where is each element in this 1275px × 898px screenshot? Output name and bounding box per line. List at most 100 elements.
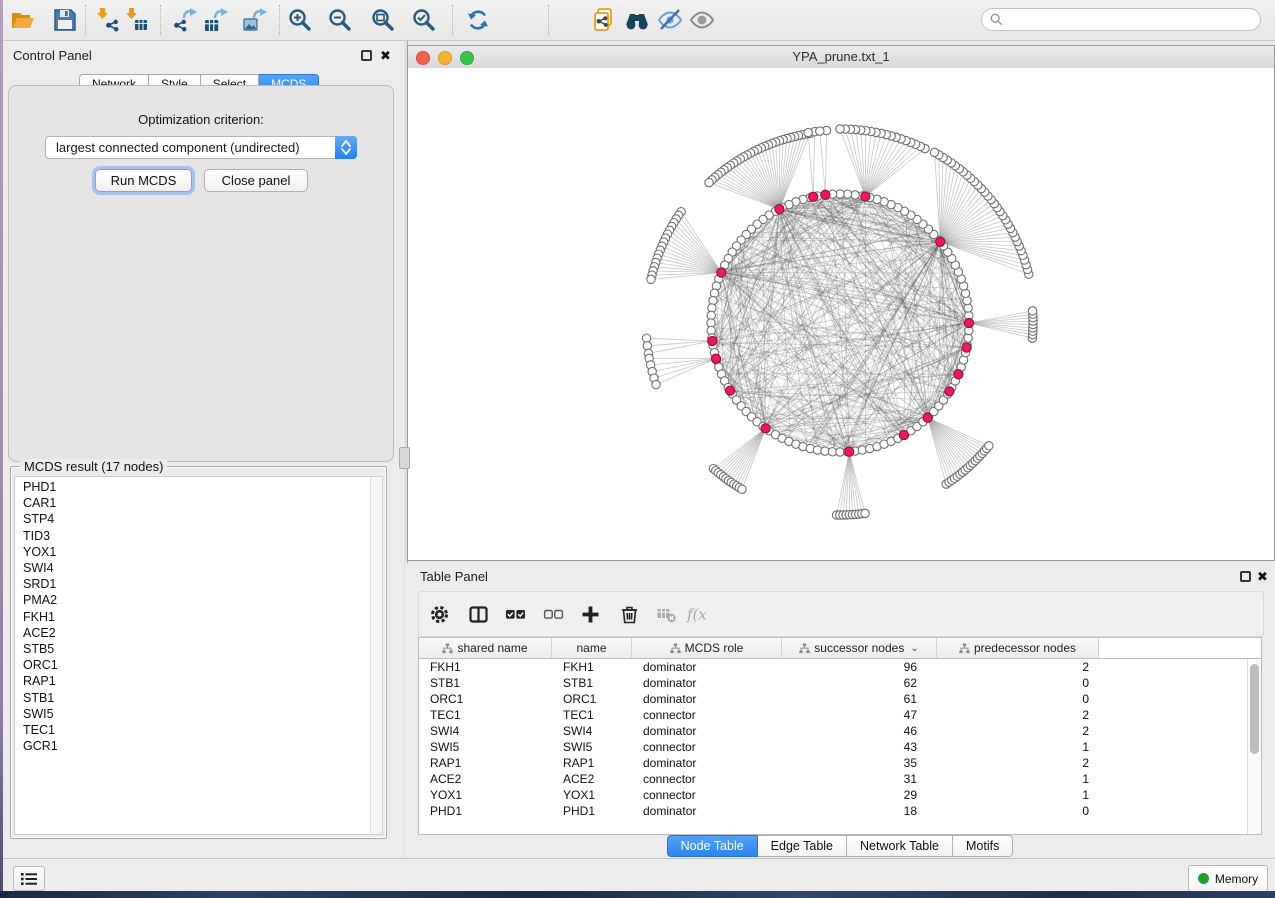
cell-name[interactable]: RAP1 [552, 756, 632, 770]
mcds-result-item[interactable]: SWI5 [15, 706, 382, 722]
mcds-result-item[interactable]: PHD1 [15, 479, 382, 495]
refresh-view-button[interactable] [463, 6, 493, 34]
show-details-button[interactable] [687, 6, 717, 34]
cell-predecessor-nodes[interactable]: 1 [937, 740, 1099, 754]
cell-shared-name[interactable]: STB1 [419, 676, 552, 690]
cell-predecessor-nodes[interactable]: 2 [937, 756, 1099, 770]
delete-button[interactable] [617, 602, 641, 626]
table-row[interactable]: SWI4SWI4dominator462 [419, 723, 1261, 739]
float-table-panel-icon[interactable] [1240, 571, 1251, 582]
table-row[interactable]: TEC1TEC1connector472 [419, 707, 1261, 723]
cell-name[interactable]: ORC1 [552, 692, 632, 706]
table-row[interactable]: FKH1FKH1dominator962 [419, 659, 1261, 675]
table-row[interactable]: PHD1PHD1dominator180 [419, 803, 1261, 819]
cell-name[interactable]: FKH1 [552, 660, 632, 674]
cell-shared-name[interactable]: SWI4 [419, 724, 552, 738]
cell-predecessor-nodes[interactable]: 2 [937, 660, 1099, 674]
export-table-button[interactable] [201, 6, 231, 34]
cell-successor-nodes[interactable]: 47 [782, 708, 937, 722]
column-header-successor-nodes[interactable]: successor nodes⌄ [782, 638, 937, 659]
tab-motifs[interactable]: Motifs [953, 835, 1013, 857]
cell-name[interactable]: YOX1 [552, 788, 632, 802]
column-header-MCDS-role[interactable]: MCDS role [632, 638, 782, 659]
cell-name[interactable]: SWI5 [552, 740, 632, 754]
mcds-result-item[interactable]: ORC1 [15, 657, 382, 673]
cell-MCDS-role[interactable]: dominator [632, 676, 782, 690]
table-scrollbar-thumb[interactable] [1250, 664, 1259, 754]
cell-MCDS-role[interactable]: dominator [632, 724, 782, 738]
cell-name[interactable]: SWI4 [552, 724, 632, 738]
cell-predecessor-nodes[interactable]: 2 [937, 708, 1099, 722]
column-header-name[interactable]: name [552, 638, 632, 659]
cell-predecessor-nodes[interactable]: 0 [937, 676, 1099, 690]
import-table-button[interactable] [121, 6, 151, 34]
cell-predecessor-nodes[interactable]: 1 [937, 788, 1099, 802]
task-history-button[interactable] [13, 866, 45, 891]
cell-MCDS-role[interactable]: connector [632, 788, 782, 802]
mcds-result-item[interactable]: FKH1 [15, 609, 382, 625]
mcds-result-item[interactable]: GCR1 [15, 738, 382, 754]
select-all-button[interactable] [503, 602, 527, 626]
cell-MCDS-role[interactable]: connector [632, 740, 782, 754]
cell-shared-name[interactable]: PHD1 [419, 804, 552, 818]
run-mcds-button[interactable]: Run MCDS [95, 169, 192, 192]
cell-successor-nodes[interactable]: 62 [782, 676, 937, 690]
column-header-shared-name[interactable]: shared name [419, 638, 552, 659]
export-network-button[interactable] [170, 6, 200, 34]
binoculars-button[interactable] [622, 6, 652, 34]
cell-shared-name[interactable]: SWI5 [419, 740, 552, 754]
cell-MCDS-role[interactable]: dominator [632, 756, 782, 770]
cell-shared-name[interactable]: TEC1 [419, 708, 552, 722]
mcds-list-scrollbar[interactable] [370, 477, 382, 834]
column-selector-button[interactable] [466, 602, 490, 626]
optimization-criterion-select[interactable]: largest connected component (undirected) [45, 136, 357, 159]
search-box[interactable] [981, 8, 1261, 31]
mcds-result-item[interactable]: YOX1 [15, 544, 382, 560]
close-panel-icon[interactable]: ✖ [380, 50, 391, 61]
mcds-result-item[interactable]: STB1 [15, 690, 382, 706]
cell-name[interactable]: ACE2 [552, 772, 632, 786]
cell-predecessor-nodes[interactable]: 0 [937, 804, 1099, 818]
table-row[interactable]: RAP1RAP1dominator352 [419, 755, 1261, 771]
table-row[interactable]: YOX1YOX1connector291 [419, 787, 1261, 803]
cell-name[interactable]: PHD1 [552, 804, 632, 818]
cell-MCDS-role[interactable]: connector [632, 772, 782, 786]
hide-details-button[interactable] [655, 6, 685, 34]
open-file-button[interactable] [8, 6, 38, 34]
cell-predecessor-nodes[interactable]: 2 [937, 724, 1099, 738]
cell-predecessor-nodes[interactable]: 0 [937, 692, 1099, 706]
cell-predecessor-nodes[interactable]: 1 [937, 772, 1099, 786]
tab-edge-table[interactable]: Edge Table [758, 835, 847, 857]
tab-network-table[interactable]: Network Table [847, 835, 953, 857]
mcds-result-item[interactable]: STP4 [15, 511, 382, 527]
import-network-button[interactable] [92, 6, 122, 34]
splitter-handle[interactable] [399, 447, 410, 469]
gear-button[interactable] [427, 602, 451, 626]
table-row[interactable]: ACE2ACE2connector311 [419, 771, 1261, 787]
zoom-selected-button[interactable] [409, 6, 439, 34]
mcds-result-item[interactable]: RAP1 [15, 673, 382, 689]
deselect-all-button[interactable] [541, 602, 565, 626]
network-window-titlebar[interactable]: YPA_prune.txt_1 [408, 46, 1274, 69]
cell-shared-name[interactable]: RAP1 [419, 756, 552, 770]
cell-successor-nodes[interactable]: 46 [782, 724, 937, 738]
add-button[interactable] [578, 602, 602, 626]
close-table-panel-icon[interactable]: ✖ [1257, 571, 1268, 582]
cell-successor-nodes[interactable]: 29 [782, 788, 937, 802]
mcds-result-item[interactable]: STB5 [15, 641, 382, 657]
save-session-button[interactable] [50, 6, 80, 34]
table-row[interactable]: SWI5SWI5connector431 [419, 739, 1261, 755]
zoom-fit-button[interactable] [368, 6, 398, 34]
cell-successor-nodes[interactable]: 43 [782, 740, 937, 754]
mcds-result-item[interactable]: SRD1 [15, 576, 382, 592]
cell-successor-nodes[interactable]: 31 [782, 772, 937, 786]
network-view[interactable] [408, 68, 1274, 560]
cell-MCDS-role[interactable]: dominator [632, 692, 782, 706]
table-row[interactable]: ORC1ORC1dominator610 [419, 691, 1261, 707]
cell-name[interactable]: TEC1 [552, 708, 632, 722]
mcds-result-item[interactable]: CAR1 [15, 495, 382, 511]
cell-name[interactable]: STB1 [552, 676, 632, 690]
mcds-result-item[interactable]: ACE2 [15, 625, 382, 641]
mcds-result-item[interactable]: SWI4 [15, 560, 382, 576]
cell-successor-nodes[interactable]: 18 [782, 804, 937, 818]
